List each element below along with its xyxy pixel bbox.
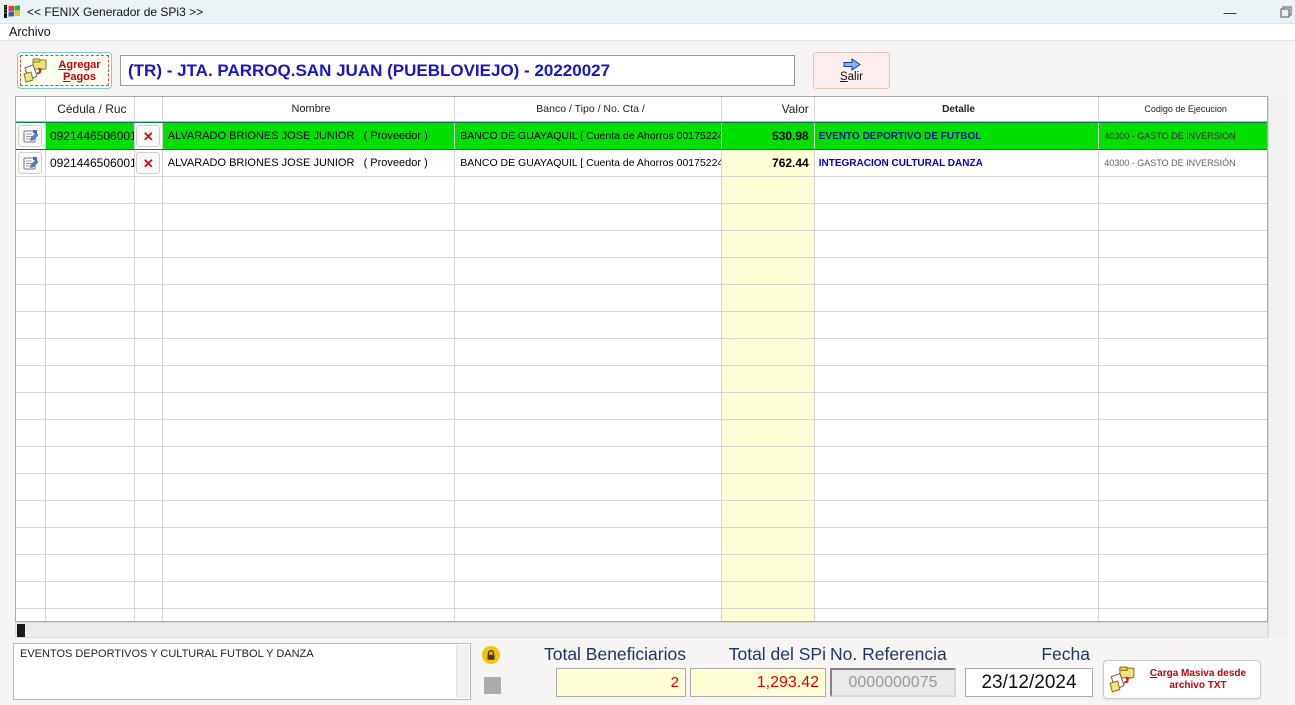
no-referencia-label: No. Referencia [830,644,947,665]
empty-table-row[interactable] [16,177,1267,204]
total-beneficiarios-label: Total Beneficiarios [516,644,686,665]
cell-banco: BANCO DE GUAYAQUIL [ Cuenta de Ahorros 0… [455,150,722,176]
carga-masiva-label: Carga Masiva desde archivo TXT [1140,668,1256,691]
delete-row-button[interactable]: ✕ [136,125,160,147]
exit-arrow-icon [842,58,862,71]
header-nombre: Nombre [163,97,456,121]
total-beneficiarios-field: 2 [556,668,686,697]
empty-table-row[interactable] [16,609,1267,622]
empty-table-row[interactable] [16,528,1267,555]
cell-detalle: INTEGRACION CULTURAL DANZA [815,150,1100,176]
entity-title-field[interactable]: (TR) - JTA. PARROQ.SAN JUAN (PUEBLOVIEJO… [120,55,795,86]
empty-table-row[interactable] [16,312,1267,339]
horizontal-scrollbar[interactable] [15,622,1268,638]
restore-icon [1280,6,1292,18]
cell-valor: 762.44 [722,150,815,176]
menu-bar: Archivo [0,24,1295,41]
title-bar: << FENIX Generador de SPi3 >> — [0,0,1295,24]
edit-form-icon [23,129,38,144]
header-delete-col [135,97,163,121]
header-detalle: Detalle [815,97,1100,121]
table-header-row: Cédula / Ruc Nombre Banco / Tipo / No. C… [16,97,1267,122]
restore-button[interactable] [1271,0,1295,24]
header-cedula: Cédula / Ruc [46,97,135,121]
agregar-pagos-button[interactable]: Agregar Pagos [17,52,112,89]
descripcion-textarea[interactable]: EVENTOS DEPORTIVOS Y CULTURAL FUTBOL Y D… [13,643,471,700]
cell-codigo: 40300 - GASTO DE INVERSIÓN [1099,150,1267,176]
empty-table-row[interactable] [16,204,1267,231]
carga-masiva-folders-icon [1108,666,1136,694]
window-title: << FENIX Generador de SPi3 >> [27,5,203,19]
header-valor: Valor [722,97,815,121]
app-window-icon [4,4,22,19]
lock-toggle[interactable] [482,646,500,664]
descripcion-scrollbar[interactable] [456,645,469,698]
table-row[interactable]: 0921446506001 ✕ ALVARADO BRIONES JOSE JU… [16,122,1267,150]
vertical-scrollbar[interactable] [1268,96,1288,638]
cell-nombre: ALVARADO BRIONES JOSE JUNIOR ( Proveedor… [163,123,456,149]
empty-table-row[interactable] [16,285,1267,312]
cell-detalle: EVENTO DEPORTIVO DE FUTBOL [815,123,1100,149]
fecha-label: Fecha [962,644,1090,665]
salir-button[interactable]: Salir [813,52,890,89]
header-codigo: Codigo de Ejecucion [1099,97,1267,121]
minimize-button[interactable]: — [1210,0,1250,24]
table-body: 0921446506001 ✕ ALVARADO BRIONES JOSE JU… [16,122,1267,622]
empty-table-row[interactable] [16,501,1267,528]
menu-archivo[interactable]: Archivo [3,25,57,39]
empty-table-row[interactable] [16,258,1267,285]
edit-form-icon [23,156,38,171]
empty-table-row[interactable] [16,231,1267,258]
horizontal-scrollbar-thumb[interactable] [17,624,25,637]
empty-table-row[interactable] [16,582,1267,609]
carga-masiva-button[interactable]: Carga Masiva desde archivo TXT [1103,660,1261,699]
empty-table-row[interactable] [16,393,1267,420]
total-spi-label: Total del SPi [706,644,826,665]
lock-icon [486,650,496,661]
empty-table-row[interactable] [16,474,1267,501]
empty-table-row[interactable] [16,447,1267,474]
agregar-pagos-label: Agregar Pagos [52,59,107,83]
delete-x-icon: ✕ [143,130,154,143]
salir-label: Salir [840,71,863,83]
cell-cedula: 0921446506001 [46,123,135,149]
status-square[interactable] [484,677,501,694]
fecha-field[interactable]: 23/12/2024 [965,668,1093,697]
empty-table-row[interactable] [16,366,1267,393]
header-edit-col [16,97,46,121]
delete-x-icon: ✕ [143,157,154,170]
cell-codigo: 40300 - GASTO DE INVERSIÓN [1099,123,1267,149]
cell-banco: BANCO DE GUAYAQUIL [ Cuenta de Ahorros 0… [455,123,722,149]
header-banco: Banco / Tipo / No. Cta / [455,97,722,121]
cell-nombre: ALVARADO BRIONES JOSE JUNIOR ( Proveedor… [163,150,456,176]
cell-cedula: 0921446506001 [46,150,135,176]
payments-table: Cédula / Ruc Nombre Banco / Tipo / No. C… [15,96,1268,622]
fenix-window: << FENIX Generador de SPi3 >> — Archivo … [0,0,1295,705]
no-referencia-field: 0000000075 [830,668,956,697]
edit-row-button[interactable] [18,152,42,174]
table-row[interactable]: 0921446506001 ✕ ALVARADO BRIONES JOSE JU… [16,150,1267,177]
add-payments-folders-icon [22,58,48,84]
empty-table-row[interactable] [16,339,1267,366]
cell-valor: 530.98 [722,123,815,149]
total-spi-field: 1,293.42 [690,668,826,697]
empty-table-row[interactable] [16,555,1267,582]
empty-table-row[interactable] [16,420,1267,447]
edit-row-button[interactable] [18,125,42,147]
descripcion-text: EVENTOS DEPORTIVOS Y CULTURAL FUTBOL Y D… [20,648,314,660]
delete-row-button[interactable]: ✕ [136,152,160,174]
